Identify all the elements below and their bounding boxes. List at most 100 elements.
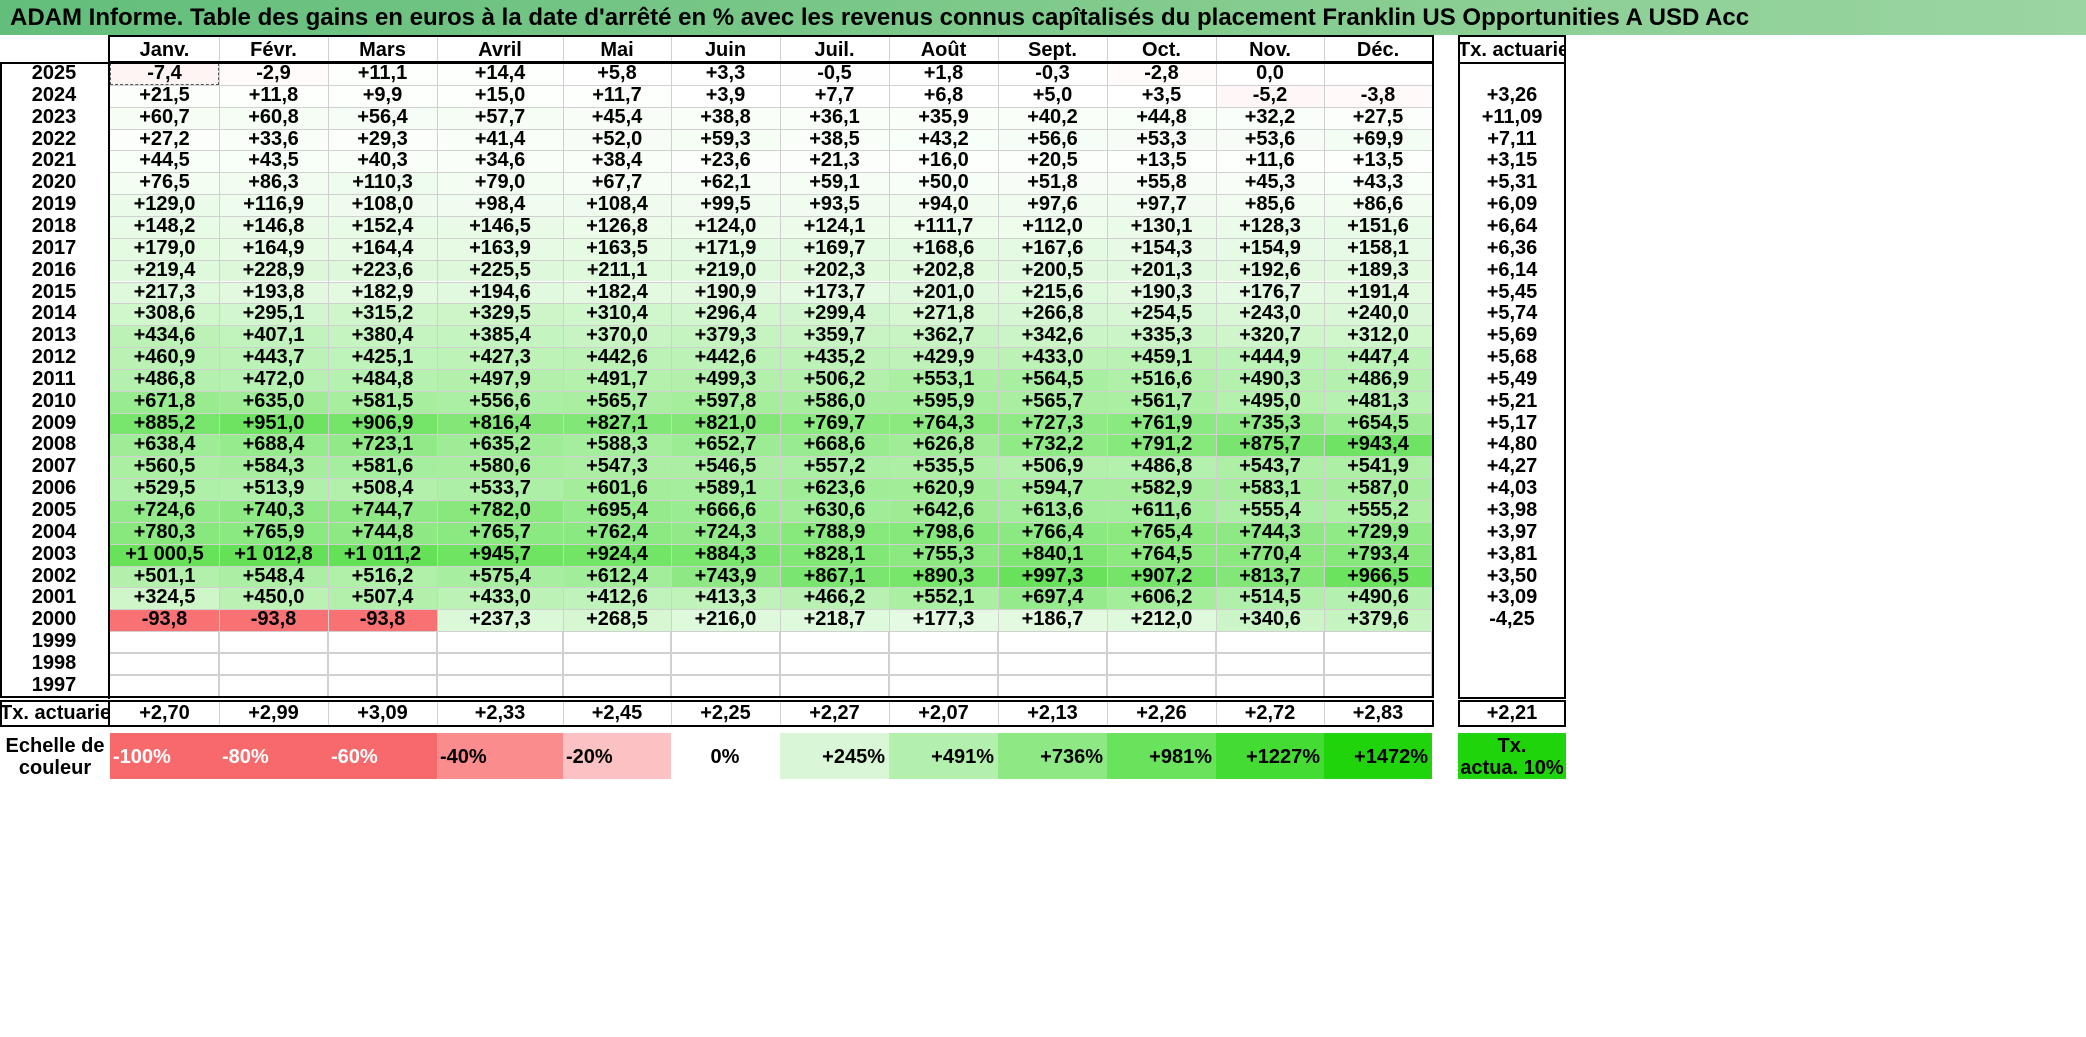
scale-swatch: +736% — [998, 733, 1107, 779]
gain-cell: +200,5 — [998, 259, 1107, 282]
gain-cell: +724,6 — [110, 500, 219, 522]
tx-header-border — [1458, 62, 1566, 64]
year-label: 2001 — [31, 587, 77, 609]
gain-cell: +744,3 — [1216, 521, 1324, 544]
gain-cell: +613,6 — [998, 500, 1107, 522]
grid-line — [563, 700, 564, 727]
year-label: 2016 — [31, 259, 77, 281]
grid-line — [437, 37, 438, 697]
gain-cell: +129,0 — [110, 194, 219, 216]
gain-cell: +557,2 — [780, 456, 889, 479]
gain-cell: +582,9 — [1107, 478, 1216, 500]
gain-cell — [780, 652, 889, 675]
gain-cell: +472,0 — [219, 368, 328, 391]
gain-cell: +379,6 — [1324, 609, 1432, 632]
year-label: 2019 — [31, 194, 77, 216]
gain-cell: +168,6 — [889, 237, 998, 260]
year-label: 1999 — [31, 631, 77, 653]
gain-cell: +67,7 — [563, 172, 671, 195]
gain-cell: +266,8 — [998, 303, 1107, 326]
gain-cell: +93,5 — [780, 194, 889, 216]
gain-cell: +516,6 — [1107, 368, 1216, 391]
gain-cell: -93,8 — [219, 609, 328, 632]
year-label: 1998 — [31, 652, 77, 674]
gain-cell: +723,1 — [328, 434, 437, 457]
gain-cell — [110, 652, 219, 675]
gain-cell: +782,0 — [437, 500, 563, 522]
gain-cell: +218,7 — [780, 609, 889, 632]
gain-cell: +611,6 — [1107, 500, 1216, 522]
year-label: 2014 — [31, 303, 77, 325]
gain-cell: +182,4 — [563, 281, 671, 304]
grid-line — [437, 700, 438, 727]
footer-tx-cell: +2,26 — [1136, 702, 1187, 724]
gain-cell: +491,7 — [563, 368, 671, 391]
gain-cell: +732,2 — [998, 434, 1107, 457]
year-label: 2009 — [31, 412, 77, 434]
gain-cell: +588,3 — [563, 434, 671, 457]
gain-cell: +201,3 — [1107, 259, 1216, 282]
gain-cell — [563, 652, 671, 675]
gain-cell — [219, 652, 328, 675]
gain-cell: +766,4 — [998, 521, 1107, 544]
gain-cell: +158,1 — [1324, 237, 1432, 260]
gain-cell: +951,0 — [219, 412, 328, 435]
gain-cell: +9,9 — [328, 84, 437, 107]
footer-tx-cell: +2,07 — [918, 702, 969, 724]
gain-cell: +638,4 — [110, 434, 219, 457]
year-label: 2025 — [31, 63, 77, 84]
grid-line — [110, 172, 1432, 174]
gain-cell: +635,0 — [219, 390, 328, 413]
year-label: 2017 — [31, 237, 77, 259]
gain-cell: +295,1 — [219, 303, 328, 326]
gain-cell: +35,9 — [889, 106, 998, 129]
gain-cell: +514,5 — [1216, 587, 1324, 610]
grid-line — [110, 565, 1432, 567]
gain-cell: +435,2 — [780, 347, 889, 369]
gain-cell: +890,3 — [889, 565, 998, 588]
year-label: 2000 — [31, 609, 77, 631]
gain-cell: +163,5 — [563, 237, 671, 260]
gain-cell: +490,6 — [1324, 587, 1432, 610]
footer-tx-cell: +2,25 — [700, 702, 751, 724]
gain-cell: +697,4 — [998, 587, 1107, 610]
year-label: 2006 — [31, 478, 77, 500]
gain-cell: +370,0 — [563, 325, 671, 348]
year-label: 2015 — [31, 281, 77, 303]
gain-cell: +533,7 — [437, 478, 563, 500]
gain-cell: +216,0 — [671, 609, 780, 632]
scale-label: Echelle de couleur — [0, 733, 110, 779]
gain-cell: +434,6 — [110, 325, 219, 348]
year-label: 2024 — [31, 84, 77, 106]
gain-cell: +44,5 — [110, 150, 219, 173]
grid-line — [110, 390, 1432, 392]
selected-cell-outline[interactable] — [110, 63, 219, 85]
grid-line — [563, 37, 564, 697]
gain-cell: +190,9 — [671, 281, 780, 304]
grid-line — [110, 434, 1432, 436]
scale-swatch: +491% — [889, 733, 998, 779]
gain-cell: +740,3 — [219, 500, 328, 522]
gain-cell: +13,5 — [1324, 150, 1432, 173]
gain-cell: +450,0 — [219, 587, 328, 610]
gain-cell: +654,5 — [1324, 412, 1432, 435]
gain-cell: +41,4 — [437, 128, 563, 151]
gain-cell — [328, 631, 437, 653]
gain-cell: +535,5 — [889, 456, 998, 479]
tx-actuariel-value: +4,03 — [1486, 478, 1538, 500]
tx-actuariel-value: +5,49 — [1486, 368, 1538, 390]
footer-tx-cell: +2,33 — [474, 702, 526, 724]
gain-cell: +177,3 — [889, 609, 998, 632]
tx-actuariel-value: +5,68 — [1486, 347, 1538, 369]
grid-line — [328, 37, 329, 697]
gain-cell: +59,1 — [780, 172, 889, 195]
gain-cell: +44,8 — [1107, 106, 1216, 129]
gain-cell: +57,7 — [437, 106, 563, 129]
gain-cell: +546,5 — [671, 456, 780, 479]
gain-cell: +379,3 — [671, 325, 780, 348]
gain-cell: +62,1 — [671, 172, 780, 195]
scale-swatch: +1227% — [1216, 733, 1324, 779]
tx-actuariel-value: +5,74 — [1486, 303, 1538, 325]
year-label: 2020 — [31, 172, 77, 194]
gain-cell: +202,8 — [889, 259, 998, 282]
